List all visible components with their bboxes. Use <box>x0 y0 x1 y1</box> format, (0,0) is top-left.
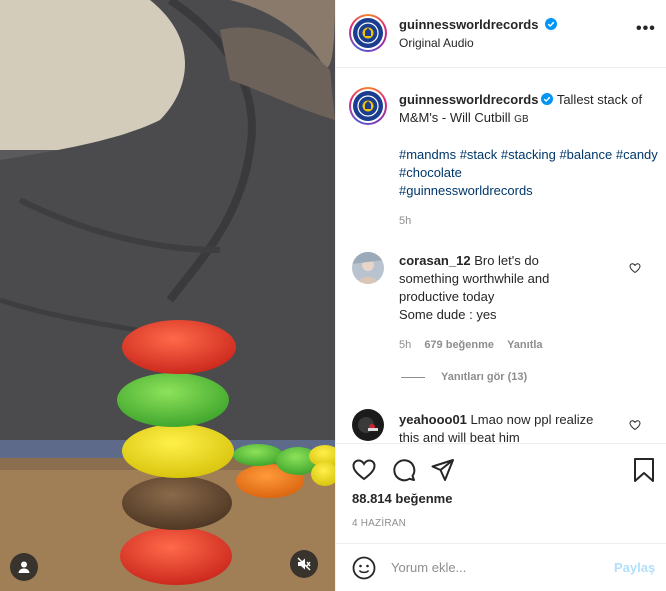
comment-like-icon[interactable] <box>629 262 641 274</box>
post-video[interactable] <box>0 0 335 591</box>
heart-icon[interactable] <box>351 457 377 483</box>
video-frame <box>0 0 335 591</box>
post-date[interactable]: 4 HAZİRAN <box>352 518 406 529</box>
country-code: GB <box>514 114 529 125</box>
hashtag-link[interactable]: #stack <box>460 147 498 162</box>
bookmark-icon[interactable] <box>631 457 657 483</box>
comment-time[interactable]: 5h <box>399 339 411 351</box>
comment-icon[interactable] <box>391 457 417 483</box>
add-comment-bar: Paylaş <box>336 543 666 591</box>
caption-timestamp[interactable]: 5h <box>399 215 411 227</box>
likes-count[interactable]: 88.814 beğenme <box>352 491 452 506</box>
comment-username[interactable]: yeahooo01 <box>399 412 467 427</box>
verified-badge-icon <box>545 18 558 30</box>
hashtag-link[interactable]: #candy <box>616 147 658 162</box>
comment-body: yeahooo01 Lmao now ppl realize this and … <box>399 411 614 443</box>
hashtag-link[interactable]: #stacking <box>501 147 556 162</box>
tagged-users-button[interactable] <box>10 553 38 581</box>
post-actions: 88.814 beğenme 4 HAZİRAN <box>336 443 666 543</box>
divider-line <box>401 376 425 378</box>
mute-button[interactable] <box>290 550 318 578</box>
post-caption: guinnessworldrecords Tallest stack of M&… <box>399 91 649 129</box>
post-header: guinnessworldrecords Original Audio ••• <box>336 0 666 68</box>
avatar-image <box>352 409 384 441</box>
comment-username[interactable]: corasan_12 <box>399 253 471 268</box>
avatar-image <box>352 252 384 284</box>
audio-label[interactable]: Original Audio <box>399 36 474 50</box>
profile-avatar[interactable] <box>349 14 387 52</box>
caption-username[interactable]: guinnessworldrecords <box>399 92 538 107</box>
commenter-avatar[interactable] <box>352 409 384 441</box>
post-side-panel: guinnessworldrecords Original Audio ••• <box>335 0 666 591</box>
emoji-icon[interactable] <box>352 556 376 580</box>
reply-button[interactable]: Yanıtla <box>507 339 542 351</box>
comment-body: corasan_12 Bro let's do something worthw… <box>399 252 599 324</box>
post-username[interactable]: guinnessworldrecords <box>399 17 538 32</box>
user-icon <box>18 561 30 573</box>
guinness-logo-icon <box>353 18 383 48</box>
guinness-logo-icon <box>353 91 383 121</box>
share-icon[interactable] <box>430 457 456 483</box>
verified-badge-icon <box>541 93 554 105</box>
comment-input[interactable] <box>391 556 606 578</box>
comment-text: Some dude : yes <box>399 307 497 322</box>
hashtag-link[interactable]: #guinnessworldrecords <box>399 183 533 198</box>
commenter-avatar[interactable] <box>352 252 384 284</box>
hashtag-link[interactable]: #chocolate <box>399 165 462 180</box>
comment-likes[interactable]: 679 beğenme <box>424 339 494 351</box>
caption-avatar[interactable] <box>349 87 387 125</box>
more-dots-icon[interactable]: ••• <box>636 21 656 37</box>
comment-meta: 5h 679 beğenme Yanıtla <box>399 339 553 351</box>
muted-speaker-icon <box>297 557 311 571</box>
post-comment-button[interactable]: Paylaş <box>614 560 655 575</box>
hashtag-list: #mandms #stack #stacking #balance #candy… <box>399 146 659 200</box>
view-replies-button[interactable]: Yanıtları gör (13) <box>401 371 527 383</box>
view-replies-label: Yanıtları gör (13) <box>441 371 528 383</box>
hashtag-link[interactable]: #mandms <box>399 147 456 162</box>
hashtag-link[interactable]: #balance <box>559 147 612 162</box>
instagram-post: guinnessworldrecords Original Audio ••• <box>0 0 666 591</box>
comment-like-icon[interactable] <box>629 419 641 431</box>
comments-section[interactable]: guinnessworldrecords Tallest stack of M&… <box>336 69 666 443</box>
